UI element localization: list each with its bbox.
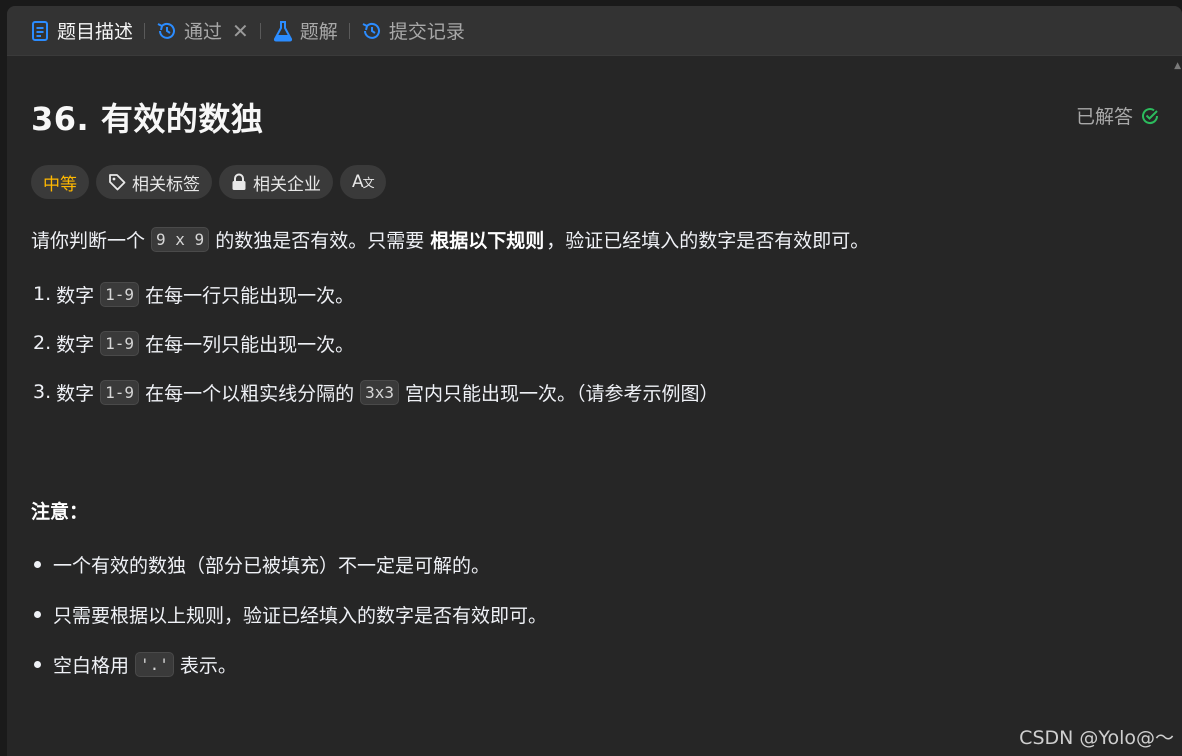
intro-bold-text: 根据以下规则 <box>430 229 545 252</box>
translate-button[interactable]: A文 <box>340 165 386 199</box>
title-row: 36. 有效的数独 已解答 <box>31 56 1161 138</box>
rule-text: 数字 <box>56 333 95 356</box>
intro-text: ，验证已经填入的数字是否有效即可。 <box>546 229 870 252</box>
tab-bar: 题目描述 通过 ✕ 题解 提交记录 <box>7 6 1182 56</box>
scrollbar[interactable]: ▲ <box>1174 56 1182 756</box>
tab-accepted[interactable]: 通过 ✕ <box>146 6 259 56</box>
inline-code: 1-9 <box>100 281 140 307</box>
rule-text: 在每一个以粗实线分隔的 <box>145 382 355 405</box>
difficulty-badge[interactable]: 中等 <box>31 165 89 199</box>
related-tags-button[interactable]: 相关标签 <box>96 165 212 199</box>
history-icon <box>156 20 178 42</box>
tab-description-label: 题目描述 <box>57 21 134 43</box>
rule-item: 1. 数字 1-9 在每一行只能出现一次。 <box>31 279 1151 309</box>
rule-number: 2. <box>33 332 52 354</box>
rule-text: 数字 <box>56 284 95 307</box>
inline-code: 1-9 <box>100 379 140 405</box>
problem-content: 36. 有效的数独 已解答 中等 相关标签 相关企业 A文 请你判断一个 9 x… <box>31 56 1161 677</box>
history-icon <box>361 20 383 42</box>
tab-solutions[interactable]: 题解 <box>262 6 348 56</box>
lock-icon <box>232 173 246 190</box>
note-item: 只需要根据以上规则，验证已经填入的数字是否有效即可。 <box>31 599 1151 629</box>
note-text: 一个有效的数独（部分已被填充）不一定是可解的。 <box>53 554 491 577</box>
inline-code: 9 x 9 <box>151 226 210 252</box>
inline-code: 1-9 <box>100 330 140 356</box>
tab-submissions[interactable]: 提交记录 <box>351 6 475 56</box>
notes-heading: 注意： <box>31 495 1151 525</box>
inline-code: 3x3 <box>360 379 399 405</box>
rule-number: 3. <box>33 381 52 403</box>
tab-submissions-label: 提交记录 <box>388 21 465 43</box>
flask-icon <box>272 20 294 42</box>
solved-label: 已解答 <box>1075 106 1133 128</box>
tab-accepted-label: 通过 <box>184 21 223 43</box>
watermark: CSDN @Yolo@～ <box>1019 727 1174 749</box>
bullet <box>34 660 41 668</box>
note-text: 空白格用 <box>53 654 130 677</box>
tab-divider <box>348 22 350 39</box>
bullet <box>34 610 41 618</box>
rule-text: 数字 <box>56 382 95 405</box>
tag-icon <box>109 174 126 191</box>
rule-text: 宫内只能出现一次。（请参考示例图） <box>404 382 719 405</box>
tab-divider <box>259 22 261 39</box>
solved-status: 已解答 <box>1076 102 1159 129</box>
problem-description: 请你判断一个 9 x 9 的数独是否有效。只需要 根据以下规则 ，验证已经填入的… <box>31 224 1151 679</box>
intro-text: 请你判断一个 <box>31 229 146 252</box>
bullet <box>34 560 41 568</box>
related-companies-button[interactable]: 相关企业 <box>219 165 333 199</box>
document-icon <box>29 20 51 42</box>
rule-item: 2. 数字 1-9 在每一列只能出现一次。 <box>31 328 1151 358</box>
related-companies-label: 相关企业 <box>253 174 321 195</box>
intro-paragraph: 请你判断一个 9 x 9 的数独是否有效。只需要 根据以下规则 ，验证已经填入的… <box>31 224 1151 254</box>
translate-icon: A文 <box>352 172 375 192</box>
rule-text: 在每一行只能出现一次。 <box>145 284 355 307</box>
tab-solutions-label: 题解 <box>299 21 338 43</box>
tag-row: 中等 相关标签 相关企业 A文 <box>31 165 386 199</box>
scroll-up-icon[interactable]: ▲ <box>1174 61 1181 71</box>
tab-divider <box>144 22 146 39</box>
problem-title: 36. 有效的数独 <box>31 100 264 138</box>
notes-heading-text: 注意： <box>31 500 89 523</box>
related-tags-label: 相关标签 <box>132 174 200 195</box>
note-text: 只需要根据以上规则，验证已经填入的数字是否有效即可。 <box>53 604 548 627</box>
inline-code: '.' <box>135 651 174 677</box>
rule-text: 在每一列只能出现一次。 <box>145 333 355 356</box>
note-text: 表示。 <box>179 654 237 677</box>
note-item: 空白格用 '.' 表示。 <box>31 649 1151 679</box>
rule-number: 1. <box>33 283 52 305</box>
rule-item: 3. 数字 1-9 在每一个以粗实线分隔的 3x3 宫内只能出现一次。（请参考示… <box>31 377 1151 407</box>
check-circle-icon <box>1142 107 1159 124</box>
problem-panel: 题目描述 通过 ✕ 题解 提交记录 ▲ 36. 有效的数独 已解答 中等 相关标… <box>7 6 1182 756</box>
intro-text: 的数独是否有效。只需要 <box>215 229 425 252</box>
close-icon[interactable]: ✕ <box>232 19 249 43</box>
note-item: 一个有效的数独（部分已被填充）不一定是可解的。 <box>31 549 1151 579</box>
tab-description[interactable]: 题目描述 <box>19 6 143 56</box>
